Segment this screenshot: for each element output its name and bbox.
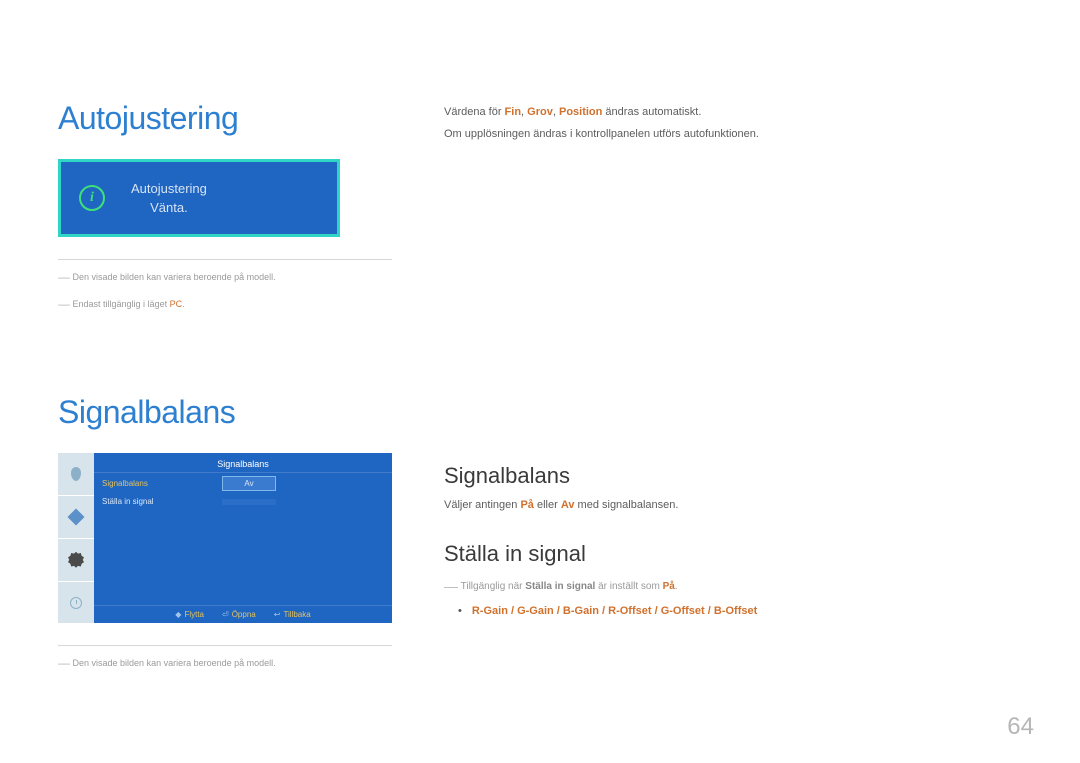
footnote-2-dot: . (182, 299, 185, 309)
heading-autojustering: Autojustering (58, 100, 392, 137)
osd-title: Signalbalans (94, 453, 392, 473)
osd-footer-move: ◆Flytta (175, 610, 204, 619)
osd-tab-setup[interactable] (58, 539, 94, 582)
note-accent: På (663, 581, 675, 592)
dash-icon: ― (58, 270, 70, 284)
osd-row2-label: Ställa in signal (102, 497, 212, 506)
accent-grov: Grov (527, 106, 553, 118)
return-icon: ↩ (274, 610, 281, 619)
auto-values-line: Värdena för Fin, Grov, Position ändras a… (444, 104, 1022, 122)
footnote-2: ― Endast tillgänglig i läget PC. (58, 295, 392, 314)
osd-menu: Signalbalans Signalbalans Av Ställa in s… (58, 453, 392, 623)
dash-icon: ― (58, 656, 70, 670)
diamond-icon (68, 509, 85, 526)
footnote-2-prefix: Endast tillgänglig i läget (73, 299, 170, 309)
footnote-1-text: Den visade bilden kan variera beroende p… (73, 272, 276, 282)
dialog-line1: Autojustering (131, 181, 207, 196)
auto-resolution-line: Om upplösningen ändras i kontrollpanelen… (444, 126, 1022, 144)
move-icon: ◆ (175, 610, 181, 619)
page-number: 64 (1007, 713, 1034, 741)
left-column: Autojustering i Autojustering Vänta. ― D… (58, 100, 392, 674)
osd-row1-label: Signalbalans (102, 479, 212, 488)
dialog-text: Autojustering Vänta. (131, 179, 207, 218)
divider (58, 645, 392, 646)
subheading-stalla-in-signal: Ställa in signal (444, 541, 1022, 567)
osd-row2-value (222, 499, 276, 505)
stalla-in-signal-note: ― Tillgänglig när Ställa in signal är in… (444, 575, 1022, 597)
osd-tab-sound[interactable] (58, 496, 94, 539)
osd-footer-open: ⏎Öppna (222, 610, 256, 619)
gain-offset-bullet: R-Gain / G-Gain / B-Gain / R-Offset / G-… (458, 605, 1022, 617)
info-icon: i (79, 185, 105, 211)
osd-side-tabs (58, 453, 94, 623)
osd-footer: ◆Flytta ⏎Öppna ↩Tillbaka (94, 605, 392, 623)
right-column: Värdena för Fin, Grov, Position ändras a… (444, 100, 1022, 674)
footnote-1: ― Den visade bilden kan variera beroende… (58, 268, 392, 287)
accent-fin: Fin (505, 106, 522, 118)
dash-icon: ― (58, 297, 70, 311)
osd-tab-time[interactable] (58, 582, 94, 624)
divider (58, 259, 392, 260)
dash-icon: ― (444, 578, 458, 594)
accent-on: På (520, 499, 533, 511)
accent-off: Av (561, 499, 575, 511)
subheading-signalbalans: Signalbalans (444, 463, 1022, 489)
note-bold: Ställa in signal (525, 581, 595, 592)
osd-tab-picture[interactable] (58, 453, 94, 496)
footnote-3: ― Den visade bilden kan variera beroende… (58, 654, 392, 673)
clock-icon (70, 597, 82, 609)
footnote-3-text: Den visade bilden kan variera beroende p… (73, 658, 276, 668)
osd-row-stalla-in-signal[interactable]: Ställa in signal (94, 494, 392, 509)
osd-row-signalbalans[interactable]: Signalbalans Av (94, 473, 392, 494)
signalbalans-desc: Väljer antingen På eller Av med signalba… (444, 497, 1022, 515)
autojustering-dialog: i Autojustering Vänta. (58, 159, 340, 237)
heading-signalbalans: Signalbalans (58, 394, 392, 431)
enter-icon: ⏎ (222, 610, 229, 619)
osd-footer-back: ↩Tillbaka (274, 610, 311, 619)
gear-icon (68, 552, 84, 568)
page-container: Autojustering i Autojustering Vänta. ― D… (0, 0, 1080, 674)
footnote-2-accent: PC (170, 299, 183, 309)
osd-main-panel: Signalbalans Signalbalans Av Ställa in s… (94, 453, 392, 623)
drop-icon (71, 467, 81, 481)
accent-position: Position (559, 106, 602, 118)
osd-row1-value: Av (222, 476, 276, 491)
dialog-line2: Vänta. (150, 200, 188, 215)
